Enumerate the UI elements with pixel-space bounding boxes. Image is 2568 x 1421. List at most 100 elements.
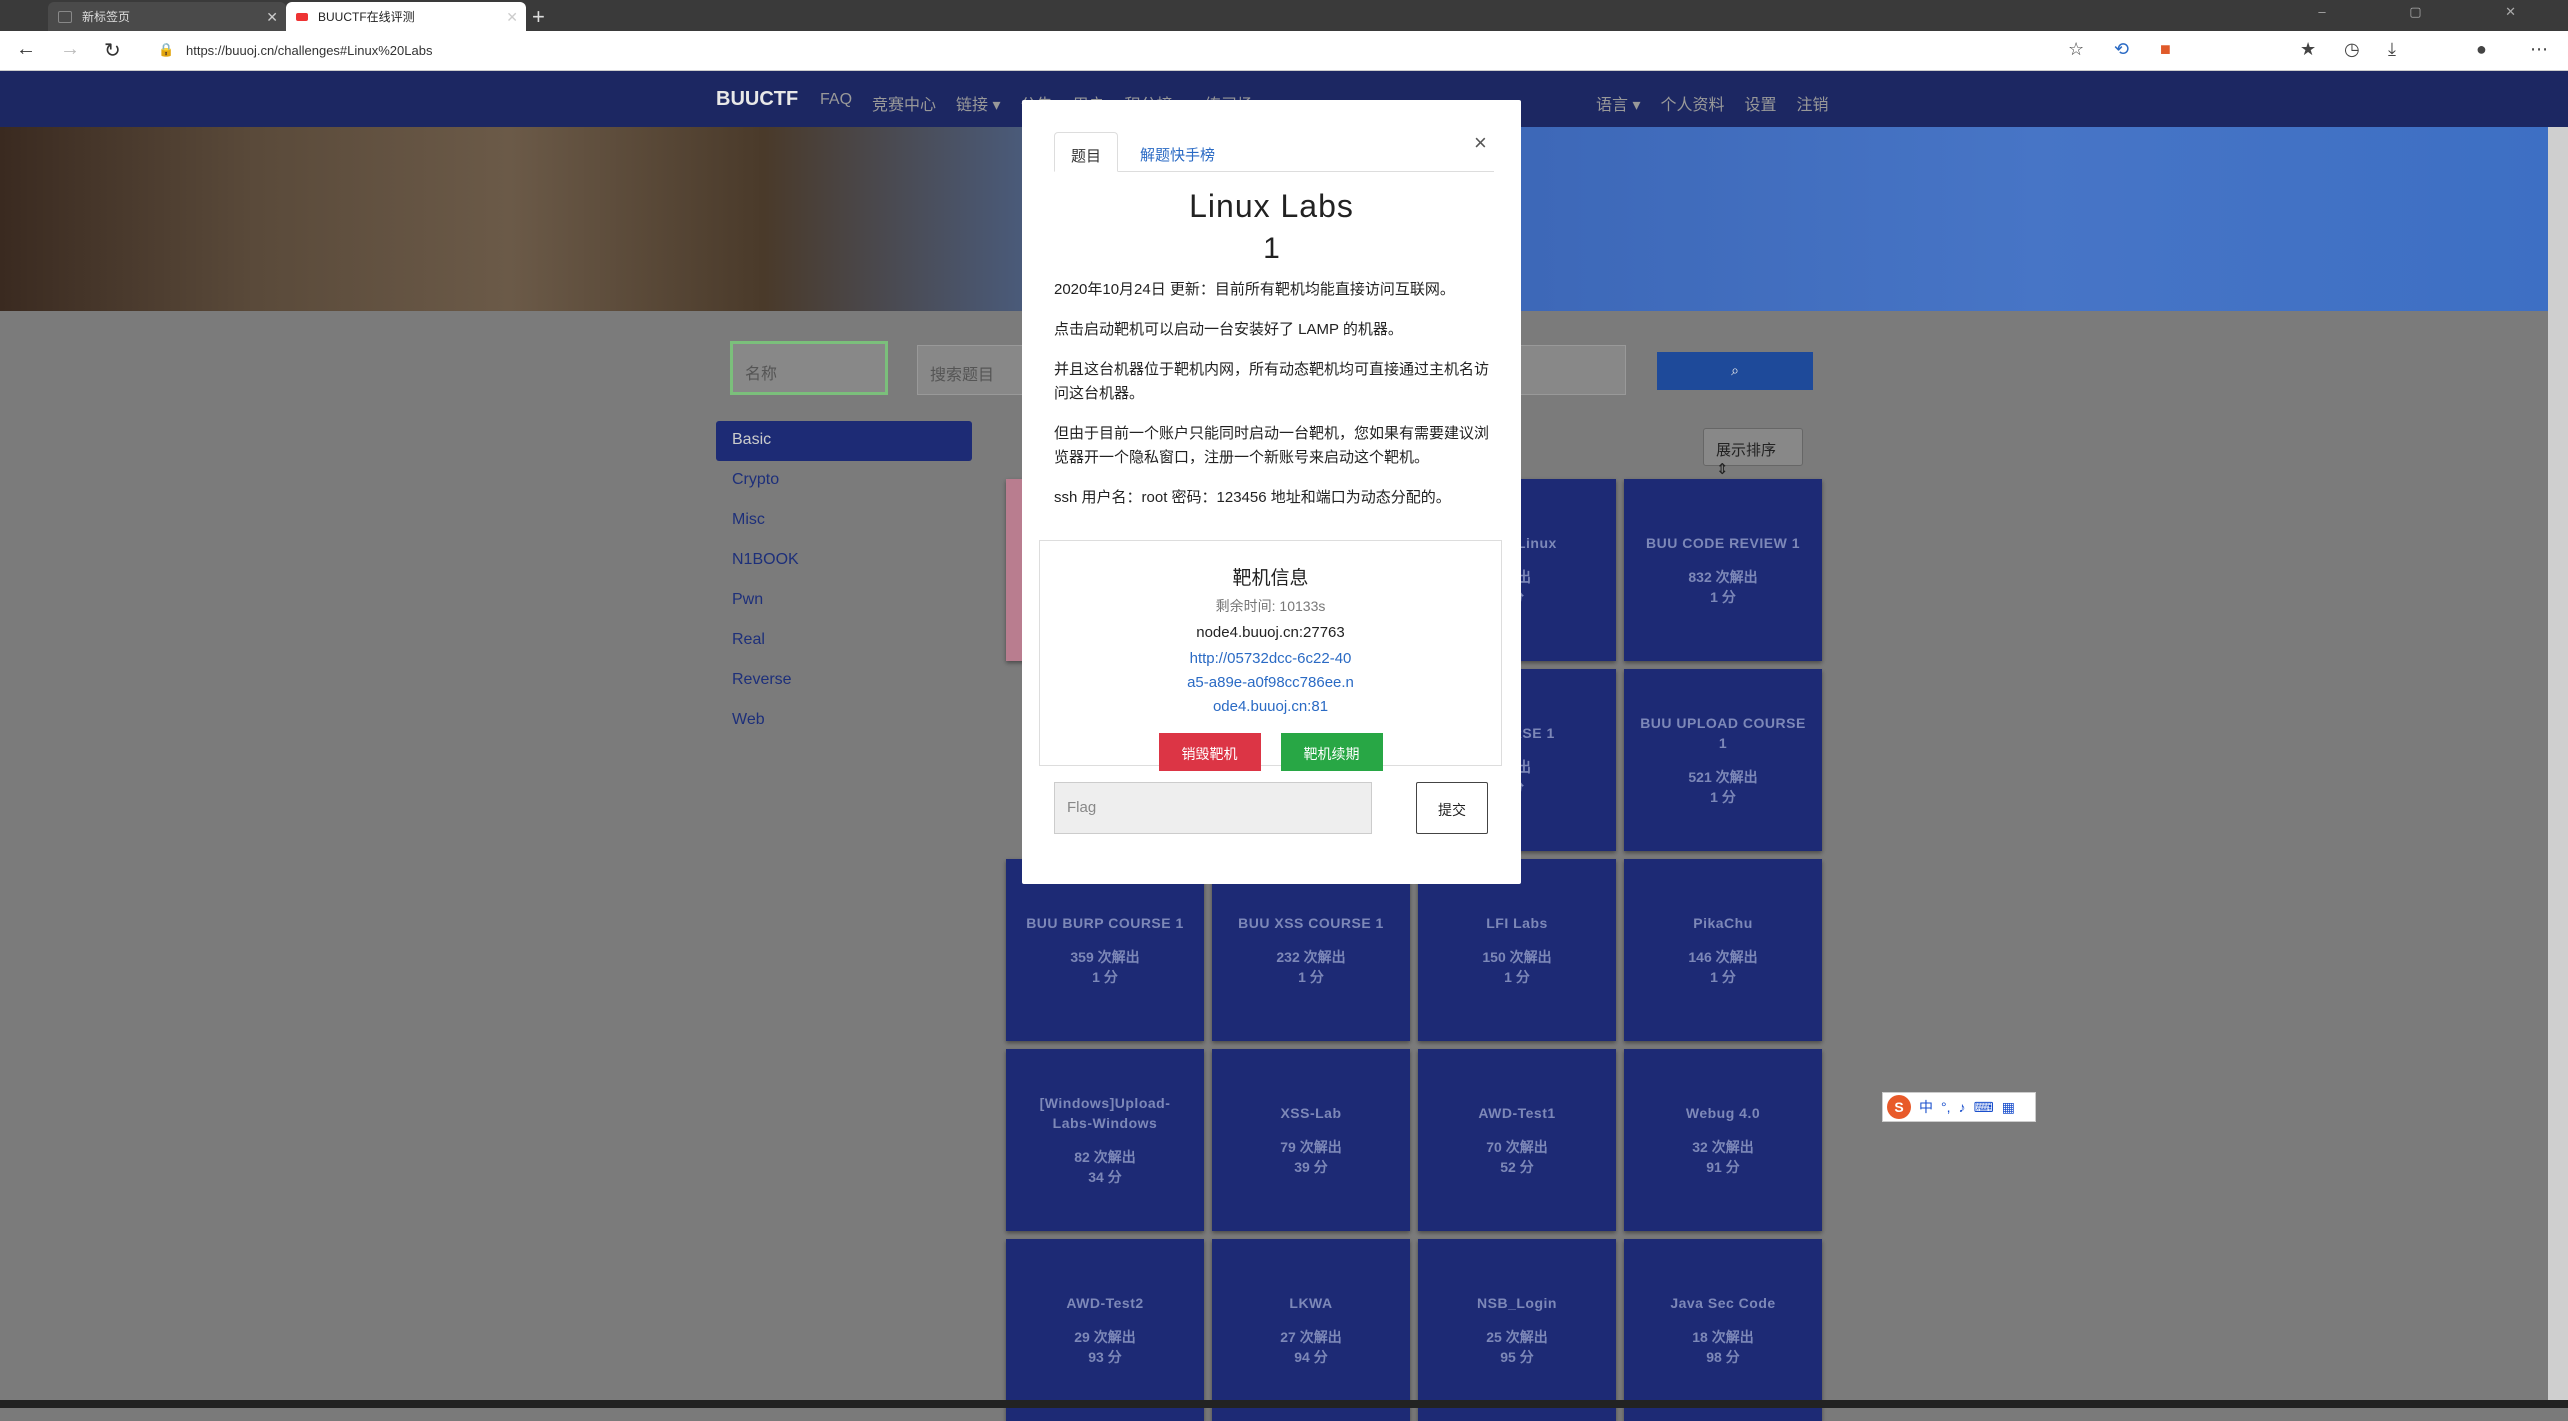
- challenge-card[interactable]: NSB_Login 25 次解出 95 分: [1418, 1239, 1616, 1421]
- target-info-panel: 靶机信息 剩余时间: 10133s node4.buuoj.cn:27763 h…: [1039, 540, 1502, 771]
- sidebar-item-web[interactable]: Web: [716, 701, 972, 741]
- tab-solves[interactable]: 解题快手榜: [1124, 132, 1231, 172]
- challenge-card[interactable]: BUU UPLOAD COURSE 1 521 次解出 1 分: [1624, 669, 1822, 851]
- sidebar-item-n1book[interactable]: N1BOOK: [716, 541, 972, 581]
- tab-label: BUUCTF在线评测: [318, 10, 415, 24]
- ime-toolbar[interactable]: S 中 °, ♪ ⌨ ▦: [1882, 1092, 2036, 1122]
- lock-icon[interactable]: 🔒: [158, 42, 174, 58]
- challenge-card[interactable]: BUU CODE REVIEW 1 832 次解出 1 分: [1624, 479, 1822, 661]
- flag-input[interactable]: Flag: [1054, 782, 1372, 834]
- nav-faq[interactable]: FAQ: [820, 91, 852, 115]
- url-input[interactable]: https://buuoj.cn/challenges#Linux%20Labs: [186, 43, 432, 58]
- profile-avatar[interactable]: ●: [2476, 39, 2487, 60]
- target-url-link[interactable]: http://05732dcc-6c22-40a5-a89e-a0f98cc78…: [1040, 647, 1501, 719]
- sidebar-item-real[interactable]: Real: [716, 621, 972, 661]
- nav-logout[interactable]: 注销: [1797, 91, 1829, 115]
- challenge-card[interactable]: BUU XSS COURSE 1 232 次解出 1 分: [1212, 859, 1410, 1041]
- challenge-modal: 题目 解题快手榜 × Linux Labs 1 2020年10月24日 更新：目…: [1022, 100, 1521, 884]
- sidebar-item-misc[interactable]: Misc: [716, 501, 972, 541]
- target-buttons: 销毁靶机 靶机续期: [1040, 733, 1501, 771]
- challenge-card[interactable]: LKWA 27 次解出 94 分: [1212, 1239, 1410, 1421]
- destroy-target-button[interactable]: 销毁靶机: [1158, 733, 1261, 771]
- sidebar-item-reverse[interactable]: Reverse: [716, 661, 972, 701]
- challenge-card-solves: 359 次解出: [1070, 949, 1140, 965]
- challenge-card[interactable]: [Windows]Upload-Labs-Windows 82 次解出 34 分: [1006, 1049, 1204, 1231]
- challenge-card-title: BUU UPLOAD COURSE 1: [1640, 715, 1806, 751]
- challenge-card-solves: 82 次解出: [1074, 1149, 1136, 1165]
- challenge-card[interactable]: PikaChu 146 次解出 1 分: [1624, 859, 1822, 1041]
- favorites-icon[interactable]: ★: [2300, 39, 2316, 60]
- submit-flag-button[interactable]: 提交: [1416, 782, 1488, 834]
- challenge-card-points: 39 分: [1294, 1159, 1328, 1175]
- back-icon[interactable]: ←: [16, 38, 36, 61]
- extension-icon[interactable]: ⟲: [2114, 39, 2129, 60]
- ime-mode-label[interactable]: 中: [1919, 1097, 1933, 1117]
- ime-punct-icon[interactable]: °,: [1941, 1099, 1951, 1115]
- description-paragraph: 点击启动靶机可以启动一台安装好了 LAMP 的机器。: [1054, 321, 1403, 338]
- target-host: node4.buuoj.cn:27763: [1196, 624, 1345, 641]
- nav-links-dropdown[interactable]: 链接 ▾: [956, 91, 1000, 115]
- challenge-card-solves: 150 次解出: [1482, 949, 1552, 965]
- window-controls[interactable]: – ▢ ✕: [2318, 4, 2556, 20]
- challenge-card-solves: 146 次解出: [1688, 949, 1758, 965]
- browser-tab-newtab[interactable]: 新标签页 ✕: [48, 2, 286, 31]
- challenge-card[interactable]: XSS-Lab 79 次解出 39 分: [1212, 1049, 1410, 1231]
- forward-icon[interactable]: →: [60, 38, 80, 61]
- more-icon[interactable]: ⋯: [2530, 39, 2548, 60]
- sidebar-item-basic[interactable]: Basic: [716, 421, 972, 461]
- challenge-card-title: XSS-Lab: [1280, 1105, 1342, 1121]
- nav-language[interactable]: 语言 ▾: [1596, 91, 1640, 115]
- sort-dropdown[interactable]: 展示排序 ⇕: [1703, 428, 1803, 478]
- challenge-card-title: LFI Labs: [1486, 915, 1548, 931]
- nav-settings[interactable]: 设置: [1745, 91, 1777, 115]
- challenge-card[interactable]: BUU BURP COURSE 1 359 次解出 1 分: [1006, 859, 1204, 1041]
- target-url-text[interactable]: http://05732dcc-6c22-40a5-a89e-a0f98cc78…: [1186, 647, 1356, 719]
- history-icon[interactable]: ◷: [2344, 39, 2360, 60]
- challenge-card-points: 1 分: [1298, 969, 1324, 985]
- download-icon[interactable]: ⤓: [2388, 39, 2396, 60]
- grid-icon[interactable]: ▦: [2002, 1099, 2015, 1116]
- keyboard-icon[interactable]: ⌨: [1974, 1099, 1994, 1116]
- challenge-card-points: 93 分: [1088, 1349, 1122, 1365]
- taskbar-edge: [0, 1400, 2568, 1408]
- challenge-card[interactable]: AWD-Test2 29 次解出 93 分: [1006, 1239, 1204, 1421]
- nav-competitions[interactable]: 竞赛中心: [872, 91, 936, 115]
- search-button[interactable]: ⌕: [1657, 352, 1813, 390]
- reload-icon[interactable]: ↻: [104, 38, 121, 63]
- challenge-card[interactable]: LFI Labs 150 次解出 1 分: [1418, 859, 1616, 1041]
- microphone-icon[interactable]: ♪: [1959, 1099, 1966, 1115]
- description-paragraph: 并且这台机器位于靶机内网，所有动态靶机均可直接通过主机名访问这台机器。: [1054, 361, 1490, 402]
- tab-challenge[interactable]: 题目: [1054, 132, 1119, 172]
- challenge-card-points: 91 分: [1706, 1159, 1740, 1175]
- sidebar-item-crypto[interactable]: Crypto: [716, 461, 972, 501]
- challenge-card-solves: 32 次解出: [1692, 1139, 1754, 1155]
- extension-c-icon[interactable]: ■: [2160, 39, 2171, 60]
- site-brand[interactable]: BUUCTF: [716, 88, 798, 111]
- challenge-card-solves: 232 次解出: [1276, 949, 1346, 965]
- close-tab-icon[interactable]: ✕: [266, 9, 278, 26]
- close-tab-icon[interactable]: ✕: [506, 9, 518, 26]
- page-scrollbar[interactable]: [2548, 127, 2568, 1408]
- challenge-card-points: 34 分: [1088, 1169, 1122, 1185]
- challenge-card-title: AWD-Test2: [1066, 1295, 1144, 1311]
- challenge-card[interactable]: Webug 4.0 32 次解出 91 分: [1624, 1049, 1822, 1231]
- description-paragraph: 2020年10月24日 更新：目前所有靶机均能直接访问互联网。: [1054, 281, 1455, 298]
- description-paragraph: ssh 用户名：root 密码：123456 地址和端口为动态分配的。: [1054, 489, 1451, 506]
- challenge-card[interactable]: Java Sec Code 18 次解出 98 分: [1624, 1239, 1822, 1421]
- challenge-card[interactable]: AWD-Test1 70 次解出 52 分: [1418, 1049, 1616, 1231]
- sogou-logo-icon: S: [1887, 1095, 1911, 1119]
- browser-tab-buuctf[interactable]: BUUCTF在线评测 ✕: [286, 2, 526, 31]
- challenge-card-points: 94 分: [1294, 1349, 1328, 1365]
- favorite-add-icon[interactable]: ☆: [2068, 39, 2084, 60]
- renew-target-button[interactable]: 靶机续期: [1280, 733, 1383, 771]
- close-icon[interactable]: ×: [1474, 130, 1487, 156]
- challenge-card-title: BUU BURP COURSE 1: [1026, 915, 1184, 931]
- challenge-card-title: LKWA: [1289, 1295, 1333, 1311]
- new-tab-button[interactable]: +: [532, 4, 545, 30]
- nav-profile[interactable]: 个人资料: [1660, 91, 1724, 115]
- sidebar-item-pwn[interactable]: Pwn: [716, 581, 972, 621]
- challenge-card-solves: 25 次解出: [1486, 1329, 1548, 1345]
- browser-tab-bar: 新标签页 ✕ BUUCTF在线评测 ✕ + – ▢ ✕: [0, 0, 2568, 31]
- search-icon: ⌕: [1731, 362, 1739, 378]
- search-name-input[interactable]: 名称: [730, 341, 888, 395]
